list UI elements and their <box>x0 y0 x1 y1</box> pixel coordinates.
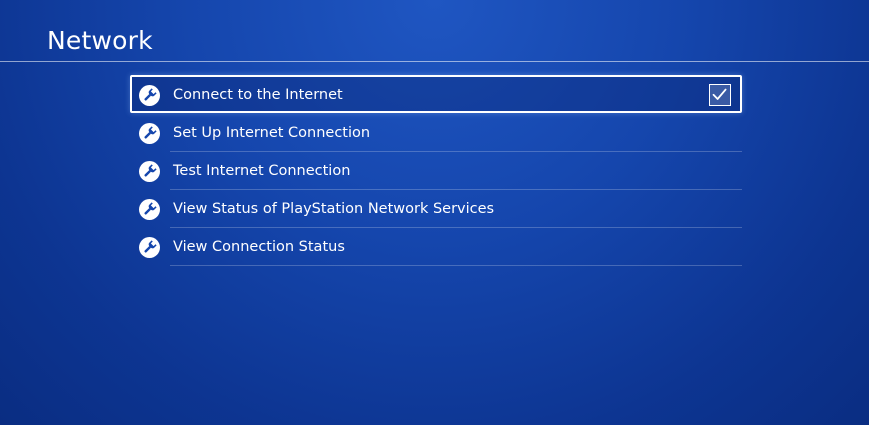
menu-item-label: Connect to the Internet <box>173 87 343 103</box>
wrench-icon <box>139 123 160 144</box>
network-menu: Connect to the Internet Set Up Internet … <box>0 0 869 425</box>
wrench-icon <box>139 85 160 106</box>
wrench-icon <box>139 199 160 220</box>
connect-to-internet-checkbox[interactable] <box>709 84 731 106</box>
menu-item-view-psn-status[interactable]: View Status of PlayStation Network Servi… <box>130 190 742 228</box>
menu-item-label: Test Internet Connection <box>173 163 351 179</box>
wrench-icon <box>139 237 160 258</box>
menu-item-test-internet-connection[interactable]: Test Internet Connection <box>130 152 742 190</box>
menu-item-set-up-internet-connection[interactable]: Set Up Internet Connection <box>130 114 742 152</box>
wrench-icon <box>139 161 160 182</box>
item-divider <box>170 265 742 266</box>
menu-item-label: Set Up Internet Connection <box>173 125 371 141</box>
checkmark-icon <box>712 88 727 100</box>
menu-item-view-connection-status[interactable]: View Connection Status <box>130 228 742 266</box>
menu-item-connect-to-internet[interactable]: Connect to the Internet <box>130 75 742 113</box>
menu-item-label: View Status of PlayStation Network Servi… <box>173 201 495 217</box>
menu-item-label: View Connection Status <box>173 239 345 255</box>
